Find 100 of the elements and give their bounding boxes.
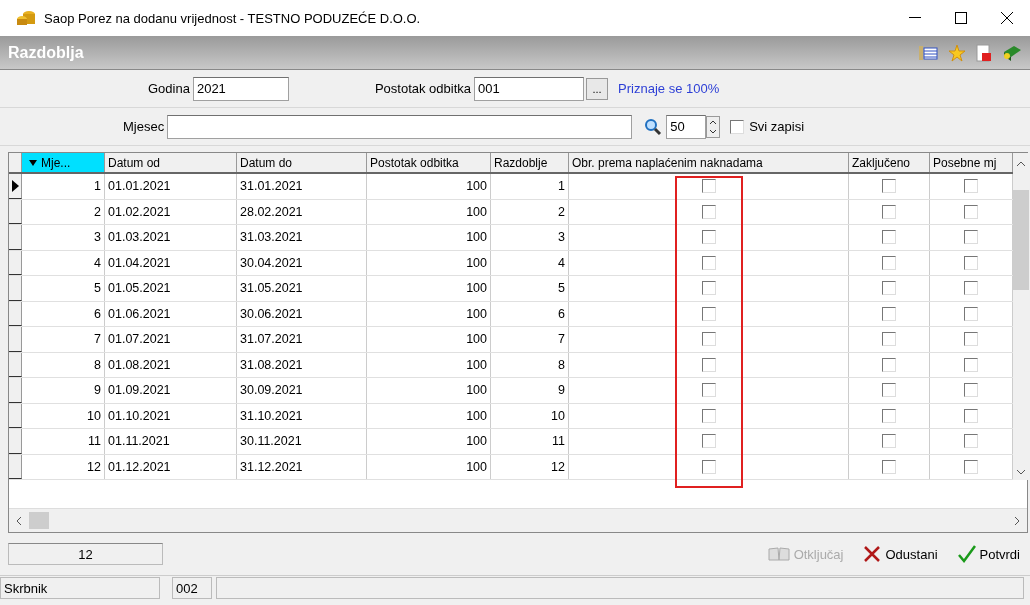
table-checkbox[interactable]	[964, 204, 978, 219]
table-checkbox[interactable]	[964, 459, 978, 474]
table-cell: 30.11.2021	[237, 429, 367, 454]
table-cell: 01.10.2021	[105, 403, 237, 428]
table-cell: 4	[22, 250, 105, 275]
table-checkbox[interactable]	[701, 255, 716, 270]
table-checkbox[interactable]	[701, 383, 716, 398]
table-checkbox[interactable]	[882, 255, 896, 270]
table-checkbox[interactable]	[882, 332, 896, 347]
table-checkbox[interactable]	[882, 204, 896, 219]
table-checkbox[interactable]	[701, 230, 716, 245]
coins-icon	[16, 10, 36, 26]
table-checkbox[interactable]	[701, 408, 716, 423]
year-field[interactable]: 2021	[192, 76, 289, 101]
delete-document-icon[interactable]	[976, 43, 992, 62]
row-indicator[interactable]	[9, 199, 22, 224]
row-indicator[interactable]	[9, 378, 22, 403]
table-checkbox[interactable]	[701, 281, 716, 296]
all-records-checkbox[interactable]	[730, 119, 745, 134]
row-indicator[interactable]	[9, 327, 22, 352]
table-cell: 100	[367, 301, 491, 326]
table-cell: 01.06.2021	[105, 301, 237, 326]
percentage-field[interactable]: 001	[474, 76, 585, 101]
table-cell: 100	[367, 174, 491, 199]
column-header[interactable]: Datum do	[237, 153, 367, 172]
table-checkbox[interactable]	[701, 459, 716, 474]
scroll-right-icon[interactable]	[1013, 515, 1021, 526]
table-checkbox[interactable]	[701, 332, 716, 347]
table-checkbox[interactable]	[701, 357, 716, 372]
table-checkbox[interactable]	[882, 408, 896, 423]
row-indicator[interactable]	[9, 250, 22, 275]
percentage-note: Priznaje se 100%	[618, 81, 720, 96]
row-indicator[interactable]	[9, 174, 22, 199]
table-checkbox[interactable]	[882, 281, 896, 296]
confirm-button[interactable]: Potvrdi	[955, 543, 1022, 565]
table-checkbox[interactable]	[882, 383, 896, 398]
record-count: 12	[8, 543, 163, 565]
table-cell: 100	[367, 250, 491, 275]
table-checkbox[interactable]	[882, 434, 896, 449]
table-checkbox[interactable]	[882, 306, 896, 321]
row-indicator[interactable]	[9, 454, 22, 479]
table-cell: 7	[22, 327, 105, 352]
table-cell: 100	[367, 276, 491, 301]
table-cell: 100	[367, 429, 491, 454]
table-cell: 31.08.2021	[237, 352, 367, 377]
table-checkbox[interactable]	[964, 281, 978, 296]
row-indicator[interactable]	[9, 276, 22, 301]
table-cell: 100	[367, 352, 491, 377]
row-indicator[interactable]	[9, 429, 22, 454]
page-size-field[interactable]: 50	[666, 114, 707, 139]
row-indicator[interactable]	[9, 225, 22, 250]
column-header[interactable]: Zaključeno	[849, 153, 930, 172]
spinner-icon[interactable]	[706, 115, 721, 138]
table-checkbox[interactable]	[882, 230, 896, 245]
table-cell: 100	[367, 403, 491, 428]
table-checkbox[interactable]	[701, 434, 716, 449]
table-cell: 100	[367, 378, 491, 403]
search-icon[interactable]	[644, 117, 663, 136]
scroll-thumb[interactable]	[1013, 190, 1029, 290]
table-checkbox[interactable]	[964, 383, 978, 398]
cancel-button[interactable]: Odustani	[861, 543, 940, 565]
table-icon[interactable]	[918, 44, 938, 61]
star-icon[interactable]	[948, 43, 966, 62]
scroll-left-icon[interactable]	[15, 515, 23, 526]
table-checkbox[interactable]	[964, 179, 978, 194]
month-field[interactable]	[167, 114, 633, 139]
table-checkbox[interactable]	[701, 179, 716, 194]
table-checkbox[interactable]	[882, 179, 896, 194]
scroll-thumb[interactable]	[29, 512, 49, 529]
table-checkbox[interactable]	[964, 230, 978, 245]
table-cell: 7	[491, 327, 569, 352]
table-checkbox[interactable]	[964, 306, 978, 321]
row-indicator[interactable]	[9, 403, 22, 428]
table-checkbox[interactable]	[882, 357, 896, 372]
table-checkbox[interactable]	[964, 408, 978, 423]
table-cell: 30.04.2021	[237, 250, 367, 275]
table-checkbox[interactable]	[882, 459, 896, 474]
checkbox-label: Svi zapisi	[749, 119, 805, 134]
minimize-icon	[909, 17, 921, 19]
column-header[interactable]: Datum od	[105, 153, 237, 172]
table-cell: 01.04.2021	[105, 250, 237, 275]
table-checkbox[interactable]	[701, 306, 716, 321]
browse-button[interactable]: ...	[586, 77, 609, 100]
column-header[interactable]: Obr. prema naplaćenim naknadama	[569, 153, 849, 172]
table-checkbox[interactable]	[964, 434, 978, 449]
table-cell: 30.06.2021	[237, 301, 367, 326]
column-header[interactable]: Postotak odbitka	[367, 153, 491, 172]
column-header[interactable]: Razdoblje	[491, 153, 569, 172]
row-indicator[interactable]	[9, 301, 22, 326]
table-checkbox[interactable]	[964, 357, 978, 372]
table-cell: 2	[22, 199, 105, 224]
table-checkbox[interactable]	[964, 332, 978, 347]
table-checkbox[interactable]	[964, 255, 978, 270]
table-checkbox[interactable]	[701, 204, 716, 219]
table-cell: 31.01.2021	[237, 174, 367, 199]
help-book-icon[interactable]	[1002, 43, 1022, 62]
maximize-icon	[955, 12, 967, 24]
table-cell: 9	[22, 378, 105, 403]
column-header[interactable]: Mje...	[22, 153, 105, 172]
row-indicator[interactable]	[9, 352, 22, 377]
